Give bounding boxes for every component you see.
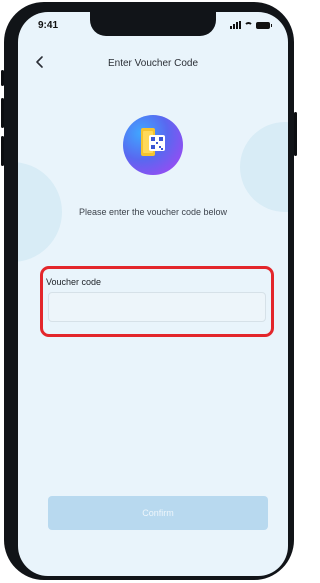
highlight-box <box>40 266 274 337</box>
volume-down-button <box>1 136 4 166</box>
page-title: Enter Voucher Code <box>107 58 199 69</box>
battery-icon <box>256 21 272 29</box>
volume-up-button <box>1 98 4 128</box>
wifi-icon <box>244 21 253 29</box>
status-icons <box>230 21 272 29</box>
phone-frame: 9:41 Enter Voucher Code Please enter the… <box>1 2 297 580</box>
decorative-circle-right <box>240 122 288 212</box>
status-time: 9:41 <box>38 20 59 31</box>
voucher-icon <box>123 115 183 175</box>
mute-switch <box>1 70 4 86</box>
notch <box>90 12 216 36</box>
signal-icon <box>230 21 241 29</box>
confirm-button[interactable]: Confirm <box>48 496 268 530</box>
screen: 9:41 Enter Voucher Code Please enter the… <box>18 12 288 576</box>
instruction-text: Please enter the voucher code below <box>78 207 228 217</box>
power-button <box>294 112 297 156</box>
